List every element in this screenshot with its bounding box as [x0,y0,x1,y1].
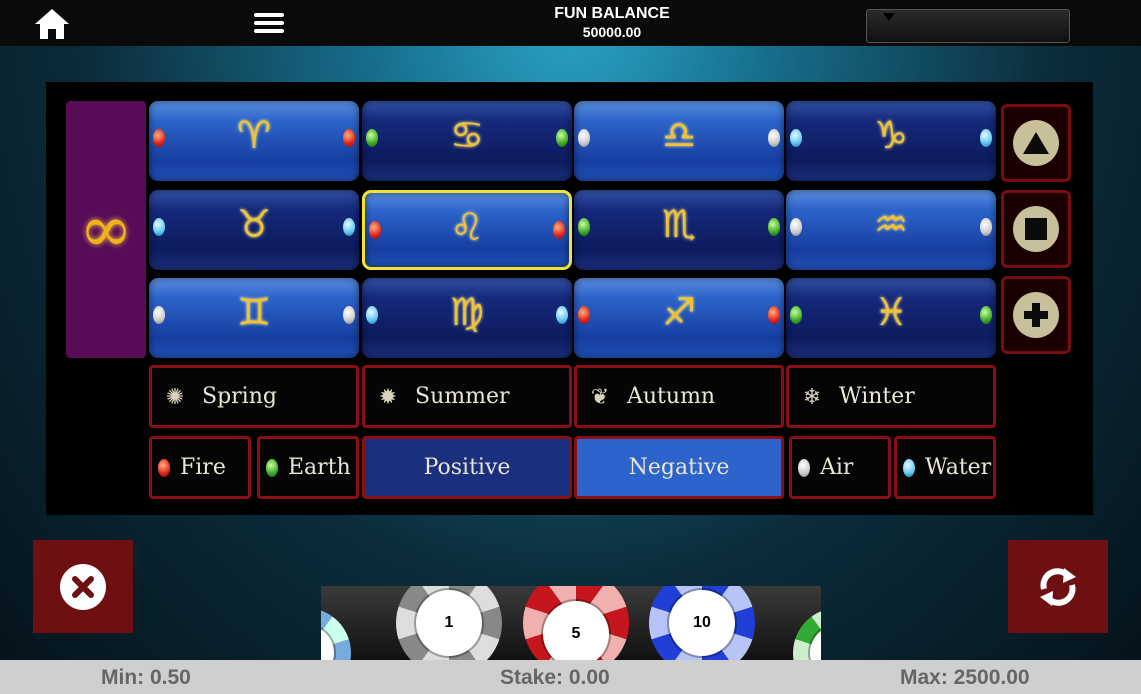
element-dot-icon [343,218,355,236]
season-label: Summer [415,384,510,409]
sign-aquarius-button[interactable]: ♒ [786,190,996,270]
aquarius-icon: ♒ [873,202,909,246]
chip-tray: 1 5 10 [321,586,821,660]
sign-sagittarius-button[interactable]: ♐ [574,278,784,358]
positive-label: Positive [423,455,511,480]
negative-label: Negative [628,455,730,480]
earth-dot-icon [266,458,278,477]
hamburger-menu-icon[interactable] [254,12,284,34]
refresh-icon [1040,567,1076,606]
air-dot-icon [798,458,810,477]
sign-virgo-button[interactable]: ♍ [362,278,572,358]
chevron-down-icon [883,13,895,21]
water-dot-icon [903,458,915,477]
add-bet-button[interactable] [1001,276,1071,354]
element-label: Water [925,455,992,480]
element-earth-button[interactable]: Earth [257,436,359,499]
top-bar: FUN BALANCE 50000.00 [0,0,1141,46]
negative-button[interactable]: Negative [574,436,784,499]
clear-bets-button[interactable] [33,540,133,633]
min-bet-label: Min: 0.50 [101,666,191,689]
chip-partial-left[interactable] [321,608,351,660]
home-icon[interactable] [33,7,71,41]
sign-cancer-button[interactable]: ♋ [362,101,572,181]
element-dot-icon [556,306,568,324]
scorpio-icon: ♏ [661,202,697,246]
element-label: Air [820,455,854,480]
element-dot-icon [553,221,565,239]
sign-leo-button[interactable]: ♌ [362,190,572,270]
flower-icon: ✺ [165,383,185,409]
element-dot-icon [980,306,992,324]
sign-libra-button[interactable]: ♎ [574,101,784,181]
spin-button[interactable] [1008,540,1108,633]
season-spring-button[interactable]: ✺ Spring [149,365,359,428]
pisces-icon: ♓ [873,290,909,334]
positive-button[interactable]: Positive [362,436,572,499]
season-summer-button[interactable]: ✹ Summer [362,365,572,428]
element-dot-icon [768,129,780,147]
element-dot-icon [768,306,780,324]
element-dot-icon [556,129,568,147]
element-air-button[interactable]: Air [789,436,891,499]
footer-bar: Min: 0.50 Stake: 0.00 Max: 2500.00 [0,660,1141,694]
taurus-icon: ♉ [236,202,272,246]
chip-value: 5 [543,601,609,660]
sign-aries-button[interactable]: ♈ [149,101,359,181]
move-up-button[interactable] [1001,104,1071,182]
season-label: Autumn [627,384,716,409]
close-icon [60,563,106,610]
plus-icon [1013,292,1059,338]
balance-value: 50000.00 [582,24,642,40]
stake-label: Stake: 0.00 [500,666,610,689]
leo-icon: ♌ [449,205,485,249]
season-label: Winter [839,384,915,409]
element-fire-button[interactable]: Fire [149,436,251,499]
season-autumn-button[interactable]: ❦ Autumn [574,365,784,428]
capricorn-icon: ♑ [873,113,909,157]
sign-pisces-button[interactable]: ♓ [786,278,996,358]
up-arrow-icon [1013,120,1059,166]
snowflake-icon: ❄ [802,383,822,409]
element-dot-icon [980,218,992,236]
chip-partial-right[interactable] [793,608,821,660]
sign-capricorn-button[interactable]: ♑ [786,101,996,181]
sagittarius-icon: ♐ [661,290,697,334]
element-dot-icon [980,129,992,147]
cancer-icon: ♋ [449,113,485,157]
libra-icon: ♎ [661,113,697,157]
balance-label: FUN BALANCE [554,5,670,22]
max-bet-label: Max: 2500.00 [900,666,1030,689]
element-dot-icon [768,218,780,236]
sign-scorpio-button[interactable]: ♏ [574,190,784,270]
all-signs-bet-button[interactable]: ∞ [66,101,146,358]
element-label: Earth [288,455,351,480]
sign-taurus-button[interactable]: ♉ [149,190,359,270]
element-label: Fire [180,455,226,480]
chip-value: 1 [416,590,482,656]
gemini-icon: ♊ [236,290,272,334]
aries-icon: ♈ [236,113,272,157]
sun-icon: ✹ [378,383,398,409]
chip-value: 10 [669,590,735,656]
fire-dot-icon [158,458,170,477]
chip-1[interactable]: 1 [396,586,502,660]
options-dropdown[interactable] [866,9,1070,43]
stop-button[interactable] [1001,190,1071,268]
infinity-icon: ∞ [79,192,133,267]
leaf-icon: ❦ [590,383,610,409]
season-winter-button[interactable]: ❄ Winter [786,365,996,428]
element-water-button[interactable]: Water [894,436,996,499]
season-label: Spring [202,384,277,409]
element-dot-icon [343,129,355,147]
chip-10[interactable]: 10 [649,586,755,660]
virgo-icon: ♍ [449,290,485,334]
stop-square-icon [1013,206,1059,252]
element-dot-icon [343,306,355,324]
sign-gemini-button[interactable]: ♊ [149,278,359,358]
chip-5[interactable]: 5 [523,586,629,660]
